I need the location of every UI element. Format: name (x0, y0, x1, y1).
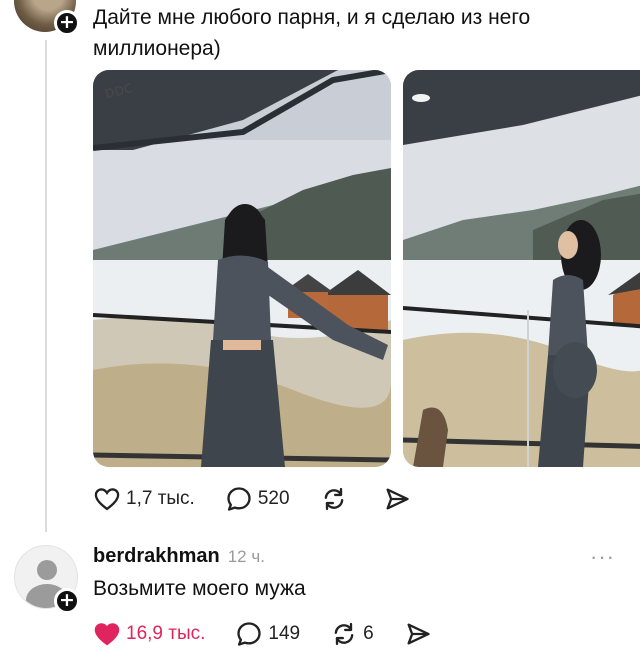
avatar-placeholder-icon (37, 560, 57, 580)
comment-icon (237, 622, 262, 646)
comment-count: 520 (257, 488, 290, 509)
post-text: Дайте мне любого парня, и я сделаю из не… (93, 6, 531, 60)
reply-like-button[interactable]: 16,9 тыс. (93, 620, 205, 648)
follow-plus-icon[interactable]: + (54, 10, 80, 36)
follow-plus-icon[interactable]: + (54, 588, 80, 614)
share-button[interactable] (383, 485, 416, 513)
heart-icon (94, 623, 120, 646)
reply-repost-count: 6 (363, 623, 374, 644)
repost-icon (324, 487, 343, 511)
heart-icon (94, 488, 120, 511)
like-button[interactable]: 1,7 тыс. (93, 485, 195, 513)
share-icon (386, 488, 409, 510)
repost-icon (334, 622, 354, 646)
comment-icon (227, 487, 251, 511)
reply-header: berdrakhman 12 ч. (93, 545, 265, 568)
reply-text: Возьмите моего мужа (93, 577, 306, 600)
reply-timestamp: 12 ч. (227, 547, 265, 566)
reply-comment-button[interactable]: 149 (235, 620, 300, 648)
like-count: 1,7 тыс. (126, 488, 195, 509)
reply-like-count: 16,9 тыс. (126, 623, 206, 644)
reply-share-button[interactable] (404, 620, 437, 648)
post-photo-2[interactable] (403, 70, 640, 467)
reply-actions: 16,9 тыс. 149 6 (93, 620, 467, 648)
balcony-photo-1 (93, 70, 391, 467)
thread-line (45, 40, 47, 532)
more-options-button[interactable]: ··· (590, 544, 615, 570)
reply-comment-count: 149 (268, 623, 301, 644)
comment-button[interactable]: 520 (225, 485, 290, 513)
balcony-photo-2 (403, 70, 640, 467)
reply-username[interactable]: berdrakhman (93, 545, 220, 568)
repost-button[interactable] (320, 485, 353, 513)
share-icon (407, 623, 430, 645)
post-actions: 1,7 тыс. 520 (93, 485, 446, 513)
post-photo-1[interactable]: DDC (93, 70, 391, 467)
reply-repost-button[interactable]: 6 (330, 620, 374, 648)
